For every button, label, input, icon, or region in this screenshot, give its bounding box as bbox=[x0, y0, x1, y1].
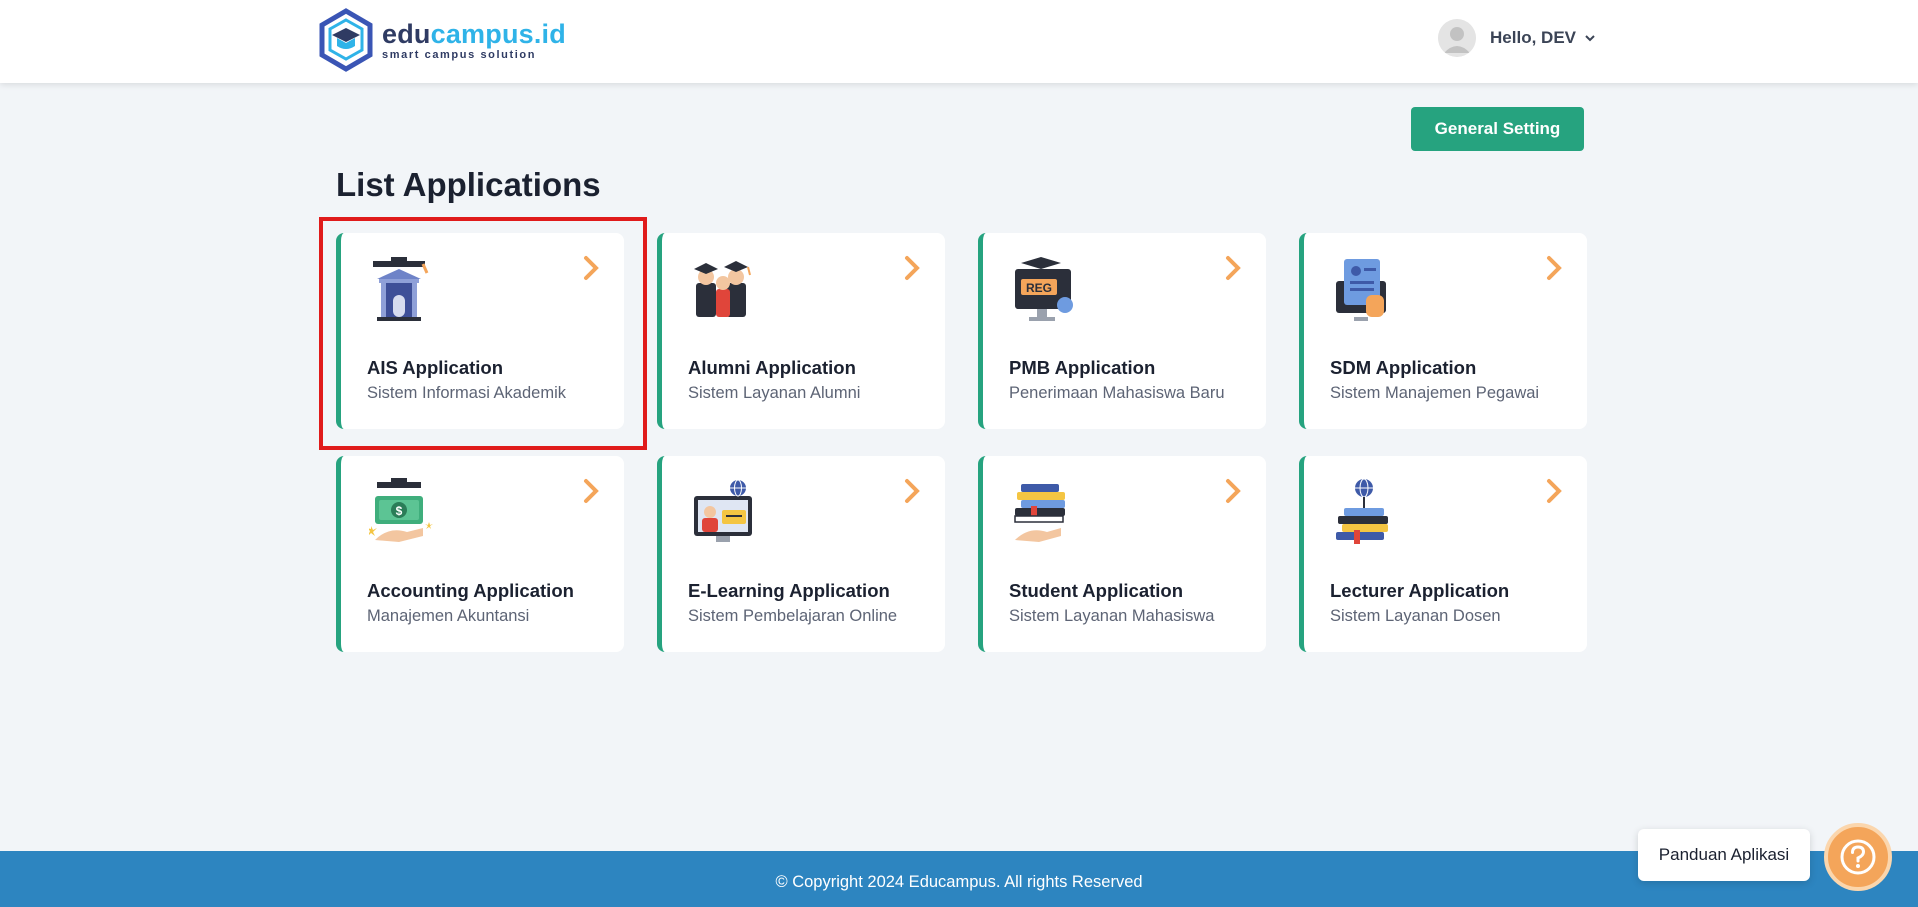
chevron-right-icon[interactable] bbox=[580, 255, 602, 281]
page-title: List Applications bbox=[336, 166, 601, 203]
svg-text:$: $ bbox=[396, 504, 403, 518]
app-name: PMB Application bbox=[1009, 357, 1156, 378]
help-button[interactable] bbox=[1824, 823, 1892, 891]
online-learning-icon bbox=[694, 479, 752, 542]
app-name: Accounting Application bbox=[367, 580, 574, 601]
chevron-right-icon[interactable] bbox=[901, 255, 923, 281]
app-card-alumni[interactable]: Alumni Application Sistem Layanan Alumni bbox=[657, 233, 945, 429]
app-description: Sistem Manajemen Pegawai bbox=[1330, 384, 1540, 402]
logo-name-part2: campus.id bbox=[430, 18, 566, 49]
chevron-right-icon[interactable] bbox=[1543, 255, 1565, 281]
logo-tagline: smart campus solution bbox=[382, 48, 537, 61]
app-description: Penerimaan Mahasiswa Baru bbox=[1009, 384, 1225, 402]
books-hand-icon bbox=[1014, 484, 1065, 542]
app-description: Sistem Layanan Mahasiswa bbox=[1009, 607, 1215, 625]
books-globe-icon bbox=[1336, 478, 1388, 544]
app-card-accounting[interactable]: $ Accounting Application Manajemen Akunt… bbox=[336, 456, 624, 652]
educampus-logo[interactable]: educampus.id smart campus solution bbox=[318, 8, 566, 72]
app-description: Sistem Layanan Alumni bbox=[688, 384, 861, 402]
user-greeting: Hello, DEV bbox=[1490, 28, 1576, 47]
app-name: E-Learning Application bbox=[688, 580, 890, 601]
app-name: Alumni Application bbox=[688, 357, 856, 378]
logo-text: educampus.id smart campus solution bbox=[382, 20, 566, 61]
employee-document-icon bbox=[1336, 259, 1386, 321]
question-circle-icon bbox=[1840, 839, 1876, 875]
chevron-right-icon[interactable] bbox=[901, 478, 923, 504]
logo-name: educampus.id bbox=[382, 20, 566, 48]
money-hand-icon: $ bbox=[369, 478, 433, 542]
chevron-down-icon bbox=[1585, 35, 1595, 42]
chevron-right-icon[interactable] bbox=[1222, 255, 1244, 281]
avatar bbox=[1438, 19, 1477, 57]
chevron-right-icon[interactable] bbox=[580, 478, 602, 504]
alumni-graduates-icon bbox=[694, 261, 751, 317]
app-description: Sistem Layanan Dosen bbox=[1330, 607, 1501, 625]
copyright-text: © Copyright 2024 Educampus. All rights R… bbox=[775, 873, 1143, 891]
registration-monitor-icon: REG bbox=[1015, 257, 1073, 321]
app-description: Sistem Informasi Akademik bbox=[367, 384, 566, 402]
app-card-elearning[interactable]: E-Learning Application Sistem Pembelajar… bbox=[657, 456, 945, 652]
help-guide-label[interactable]: Panduan Aplikasi bbox=[1638, 829, 1810, 881]
chevron-right-icon[interactable] bbox=[1222, 478, 1244, 504]
app-card-ais[interactable]: AIS Application Sistem Informasi Akademi… bbox=[336, 233, 624, 429]
app-card-student[interactable]: Student Application Sistem Layanan Mahas… bbox=[978, 456, 1266, 652]
svg-text:REG: REG bbox=[1026, 281, 1052, 295]
user-avatar-icon bbox=[1438, 19, 1477, 57]
app-card-pmb[interactable]: REG PMB Application Penerimaan Mahasiswa… bbox=[978, 233, 1266, 429]
chevron-right-icon[interactable] bbox=[1543, 478, 1565, 504]
general-setting-button[interactable]: General Setting bbox=[1411, 107, 1584, 151]
footer: © Copyright 2024 Educampus. All rights R… bbox=[0, 851, 1918, 907]
app-name: Lecturer Application bbox=[1330, 580, 1510, 601]
logo-name-part1: edu bbox=[382, 18, 431, 49]
logo-hexagon-icon bbox=[319, 8, 373, 72]
app-card-sdm[interactable]: SDM Application Sistem Manajemen Pegawai bbox=[1299, 233, 1587, 429]
top-header: educampus.id smart campus solution Hello… bbox=[0, 0, 1918, 83]
graduation-building-icon bbox=[373, 257, 429, 321]
app-name: AIS Application bbox=[367, 357, 504, 378]
user-menu[interactable]: Hello, DEV bbox=[1438, 18, 1596, 58]
app-description: Sistem Pembelajaran Online bbox=[688, 607, 898, 625]
app-card-lecturer[interactable]: Lecturer Application Sistem Layanan Dose… bbox=[1299, 456, 1587, 652]
app-name: SDM Application bbox=[1330, 357, 1477, 378]
app-name: Student Application bbox=[1009, 580, 1184, 601]
app-description: Manajemen Akuntansi bbox=[367, 607, 530, 625]
